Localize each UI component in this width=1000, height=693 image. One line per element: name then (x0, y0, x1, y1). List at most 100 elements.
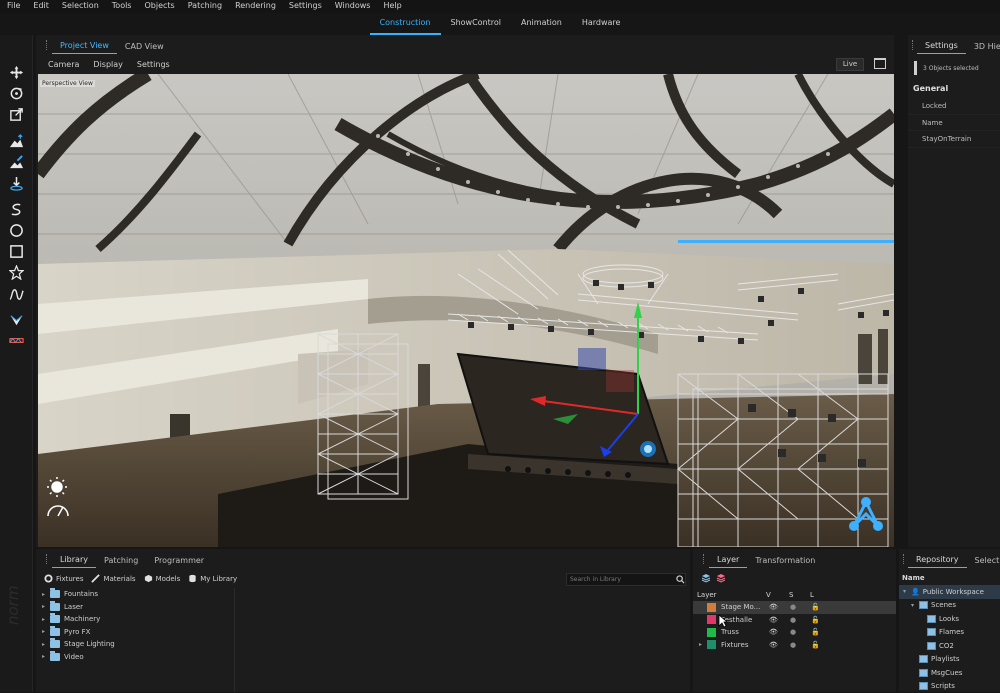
repo-item-co2[interactable]: CO2 (899, 639, 1000, 653)
tab-project-view[interactable]: Project View (52, 41, 117, 54)
tab-patching[interactable]: Patching (96, 556, 146, 568)
repo-item-scenes[interactable]: ▾ Scenes (899, 599, 1000, 613)
repo-item-looks[interactable]: Looks (899, 612, 1000, 626)
circle-tool-icon[interactable] (6, 221, 26, 239)
viewport-settings-menu[interactable]: Settings (137, 60, 170, 69)
stayonterrain-property[interactable]: StayOnTerrain (908, 131, 1000, 148)
menu-rendering[interactable]: Rendering (228, 0, 282, 13)
expand-arrow-icon[interactable]: ▸ (693, 641, 707, 648)
repo-item-scripts[interactable]: Scripts (899, 680, 1000, 693)
lock-icon[interactable]: 🔓 (811, 603, 820, 611)
tab-selection[interactable]: Selection (967, 556, 1000, 568)
extrude-tool-icon[interactable] (6, 311, 26, 329)
repo-item-msgcues[interactable]: MsgCues (899, 666, 1000, 680)
spline-tool-icon[interactable] (6, 200, 26, 218)
tree-item-laser[interactable]: ▸Laser (36, 601, 236, 614)
layer-row[interactable]: ▸ Fixtures 👁 ● 🔓 (693, 639, 896, 652)
repo-item-flames[interactable]: Flames (899, 626, 1000, 640)
lock-icon[interactable]: 🔓 (811, 641, 820, 649)
tree-item-machinery[interactable]: ▸Machinery (36, 613, 236, 626)
terrain-paint-icon[interactable] (6, 153, 26, 171)
tree-item-stage-lighting[interactable]: ▸Stage Lighting (36, 638, 236, 651)
panel-grip[interactable] (46, 40, 48, 50)
tree-item-fountains[interactable]: ▸Fountains (36, 588, 236, 601)
my-library-category[interactable]: My Library (188, 574, 237, 583)
expand-arrow-icon[interactable]: ▸ (42, 641, 50, 648)
lock-icon[interactable]: 🔓 (811, 628, 820, 636)
tab-transformation[interactable]: Transformation (747, 556, 823, 568)
maximize-icon[interactable] (874, 58, 886, 69)
tab-construction[interactable]: Construction (370, 13, 441, 35)
truss-tool-icon[interactable] (6, 331, 26, 349)
locked-property[interactable]: Locked (908, 98, 1000, 115)
menu-settings[interactable]: Settings (282, 0, 328, 13)
panel-grip[interactable] (46, 554, 48, 564)
gauge-icon[interactable] (43, 499, 73, 523)
tab-animation[interactable]: Animation (511, 13, 572, 35)
tab-programmer[interactable]: Programmer (146, 556, 212, 568)
move-tool-icon[interactable] (6, 63, 26, 81)
tab-hardware[interactable]: Hardware (572, 13, 631, 35)
layers-delete-icon[interactable] (716, 573, 726, 583)
menu-windows[interactable]: Windows (328, 0, 377, 13)
tab-repository[interactable]: Repository (908, 555, 967, 568)
3d-viewport[interactable]: Perspective View (38, 74, 894, 547)
panel-grip[interactable] (703, 554, 705, 564)
expand-arrow-icon[interactable]: ▸ (42, 591, 50, 598)
eye-icon[interactable]: 👁 (769, 641, 778, 649)
eye-icon[interactable]: 👁 (769, 603, 778, 611)
terrain-raise-icon[interactable] (6, 132, 26, 150)
curve-tool-icon[interactable] (6, 285, 26, 303)
solo-icon[interactable]: ● (790, 616, 796, 624)
tab-3d-hierarchy[interactable]: 3D Hierarchy (966, 42, 1000, 54)
solo-icon[interactable]: ● (790, 641, 796, 649)
tab-settings[interactable]: Settings (917, 41, 966, 54)
fixtures-category[interactable]: Fixtures (44, 574, 83, 583)
expand-arrow-icon[interactable]: ▸ (42, 616, 50, 623)
star-tool-icon[interactable] (6, 263, 26, 281)
rectangle-tool-icon[interactable] (6, 242, 26, 260)
tree-item-pyro-fx[interactable]: ▸Pyro FX (36, 626, 236, 639)
solo-icon[interactable]: ● (790, 628, 796, 636)
eye-icon[interactable]: 👁 (769, 616, 778, 624)
tree-item-video[interactable]: ▸Video (36, 651, 236, 664)
layer-row[interactable]: Stage Mo... 👁 ● 🔓 (693, 601, 896, 614)
scale-tool-icon[interactable] (6, 105, 26, 123)
rotate-tool-icon[interactable] (6, 84, 26, 102)
repo-item-playlists[interactable]: Playlists (899, 653, 1000, 667)
drop-to-ground-icon[interactable] (6, 174, 26, 192)
camera-menu[interactable]: Camera (48, 60, 79, 69)
search-icon[interactable] (676, 575, 685, 584)
repo-item-public-workspace[interactable]: ▾ 👤 Public Workspace (899, 585, 1000, 599)
materials-category[interactable]: Materials (91, 574, 135, 583)
lock-icon[interactable]: 🔓 (811, 616, 820, 624)
models-category[interactable]: Models (144, 574, 181, 583)
expand-arrow-icon[interactable]: ▸ (42, 603, 50, 610)
panel-grip[interactable] (912, 40, 913, 50)
expand-arrow-icon[interactable]: ▾ (911, 602, 919, 609)
menu-selection[interactable]: Selection (55, 0, 105, 13)
menu-help[interactable]: Help (376, 0, 407, 13)
library-search-input[interactable]: Search in Library (566, 573, 686, 586)
eye-icon[interactable]: 👁 (769, 628, 778, 636)
menu-patching[interactable]: Patching (181, 0, 228, 13)
sun-icon[interactable] (43, 471, 73, 495)
expand-arrow-icon[interactable]: ▾ (903, 588, 911, 595)
tab-library[interactable]: Library (52, 555, 96, 568)
navigation-compass-icon[interactable] (846, 492, 886, 536)
tab-cad-view[interactable]: CAD View (117, 42, 172, 54)
name-property[interactable]: Name (908, 115, 1000, 132)
expand-arrow-icon[interactable]: ▸ (42, 628, 50, 635)
tab-layer[interactable]: Layer (709, 555, 747, 568)
menu-tools[interactable]: Tools (105, 0, 138, 13)
expand-arrow-icon[interactable]: ▸ (42, 653, 50, 660)
menu-objects[interactable]: Objects (137, 0, 180, 13)
tab-showcontrol[interactable]: ShowControl (441, 13, 512, 35)
menu-edit[interactable]: Edit (26, 0, 55, 13)
display-menu[interactable]: Display (93, 60, 123, 69)
live-button[interactable]: Live (836, 58, 864, 71)
panel-grip[interactable] (903, 554, 904, 564)
solo-icon[interactable]: ● (790, 603, 796, 611)
menu-file[interactable]: File (0, 0, 26, 13)
layers-icon[interactable] (701, 573, 711, 583)
